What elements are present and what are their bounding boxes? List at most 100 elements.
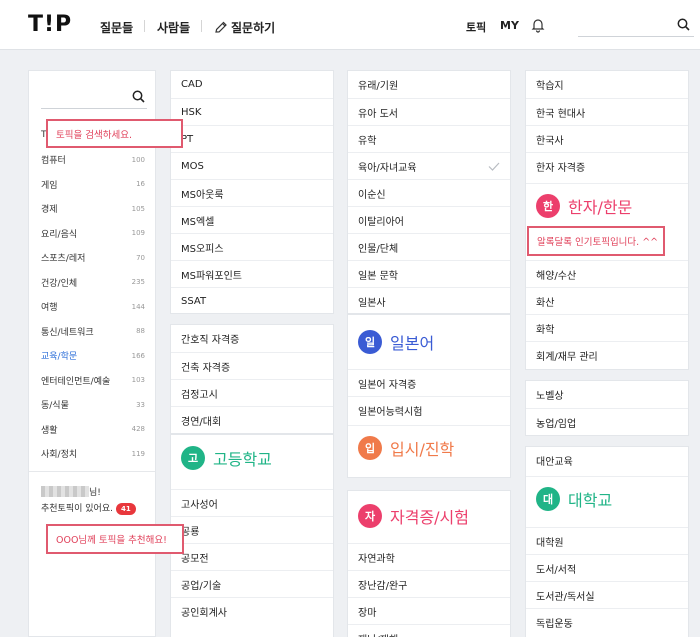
nav-ask-label: 질문하기 — [231, 21, 276, 35]
popular-topics-tooltip: 알록달록 인기토픽입니다. ^^ — [527, 226, 665, 256]
topic-item[interactable]: 화학 — [526, 314, 688, 341]
topic-heading-japanese[interactable]: 일 일본어 — [348, 319, 510, 364]
topic-item[interactable]: MS아웃룩 — [171, 179, 333, 206]
category-item[interactable]: 경제 105 — [41, 197, 145, 222]
topic-card: 학습지 한국 현대사 한국사 한자 자격증 한 한자/한문 해양/수산 화산 화… — [525, 70, 689, 370]
check-icon[interactable] — [488, 162, 500, 171]
topic-item-followed[interactable]: 육아/자녀교육 — [348, 152, 510, 179]
topic-card: 간호직 자격증 건축 자격증 검정고시 경연/대회 — [170, 324, 334, 434]
topic-item[interactable]: 공인회계사 — [171, 597, 333, 624]
category-item[interactable]: 엔터테인먼트/예술 103 — [41, 368, 145, 393]
topic-item[interactable]: 화산 — [526, 287, 688, 314]
category-item[interactable]: 사회/정치 119 — [41, 442, 145, 467]
user-suffix: 님! — [89, 488, 101, 498]
search-icon[interactable] — [677, 18, 690, 31]
category-count: 70 — [136, 253, 145, 262]
topic-item[interactable]: SSAT — [171, 287, 333, 314]
logo[interactable]: T!P — [28, 12, 72, 37]
topic-item[interactable]: PT — [171, 125, 333, 152]
category-item[interactable]: 생활 428 — [41, 417, 145, 442]
topic-heading-admission[interactable]: 입 입시/진학 — [348, 425, 510, 470]
topic-item[interactable]: 한자 자격증 — [526, 152, 688, 179]
topic-search[interactable] — [41, 85, 147, 109]
category-item[interactable]: 컴퓨터 100 — [41, 148, 145, 173]
category-item[interactable]: 여행 144 — [41, 295, 145, 320]
topic-item[interactable]: 학습지 — [526, 71, 688, 98]
topic-item[interactable]: MS파워포인트 — [171, 260, 333, 287]
topic-heading-highschool[interactable]: 고 고등학교 — [171, 435, 333, 480]
topic-item[interactable]: MS엑셀 — [171, 206, 333, 233]
topic-item[interactable]: 일본어능력시험 — [348, 396, 510, 423]
category-item-active[interactable]: 교육/학문 166 — [41, 344, 145, 369]
topic-letter-badge: 일 — [358, 329, 382, 354]
topic-item[interactable]: 인물/단체 — [348, 233, 510, 260]
topic-item[interactable]: 한국 현대사 — [526, 98, 688, 125]
nav-divider — [144, 20, 145, 32]
topic-item[interactable]: 일본어 자격증 — [348, 369, 510, 396]
recommend-count-badge[interactable]: 41 — [115, 503, 136, 515]
category-item[interactable]: 스포츠/레저 70 — [41, 246, 145, 271]
search-icon[interactable] — [132, 90, 145, 103]
topic-item[interactable]: MOS — [171, 152, 333, 179]
topic-item[interactable]: 고사성어 — [171, 489, 333, 516]
topic-item[interactable]: 농업/임업 — [526, 408, 688, 435]
topic-item[interactable]: 검정고시 — [171, 379, 333, 406]
topic-item[interactable]: 이순신 — [348, 179, 510, 206]
topic-item[interactable]: HSK — [171, 98, 333, 125]
bell-icon[interactable] — [530, 17, 546, 33]
nav-ask-button[interactable]: 질문하기 — [214, 19, 275, 36]
topic-heading-university[interactable]: 대 대학교 — [526, 476, 688, 521]
topic-heading-title: 고등학교 — [213, 449, 272, 469]
topic-item[interactable]: 유학 — [348, 125, 510, 152]
topic-heading-hanja[interactable]: 한 한자/한문 — [526, 183, 688, 228]
category-count: 428 — [131, 425, 145, 434]
topic-item[interactable]: 대학원 — [526, 527, 688, 554]
topic-item[interactable]: 해양/수산 — [526, 260, 688, 287]
nav-topics[interactable]: 토픽 — [466, 19, 486, 35]
topic-item[interactable]: 건축 자격증 — [171, 352, 333, 379]
topic-item[interactable]: 일본사 — [348, 287, 510, 314]
topic-item[interactable]: 공모전 — [171, 543, 333, 570]
category-count: 166 — [131, 351, 145, 360]
topic-item[interactable]: 유아 도서 — [348, 98, 510, 125]
topic-item[interactable]: 공업/기술 — [171, 570, 333, 597]
divider — [29, 471, 155, 472]
category-item[interactable]: 동/식물 33 — [41, 393, 145, 418]
topic-item[interactable]: 간호직 자격증 — [171, 325, 333, 352]
category-item[interactable]: 게임 16 — [41, 172, 145, 197]
nav-questions[interactable]: 질문들 — [100, 19, 133, 36]
topic-letter-badge: 고 — [181, 445, 205, 470]
category-count: 105 — [131, 204, 145, 213]
topic-item[interactable]: 일본 문학 — [348, 260, 510, 287]
nav-people[interactable]: 사람들 — [157, 19, 190, 36]
topic-item[interactable]: 유래/기원 — [348, 71, 510, 98]
topic-item[interactable]: 공룡 — [171, 516, 333, 543]
topic-item[interactable]: 장마 — [348, 597, 510, 624]
category-item[interactable]: 요리/음식 109 — [41, 221, 145, 246]
recommend-text: 추천토픽이 있어요. — [41, 504, 113, 514]
topic-letter-badge: 입 — [358, 436, 382, 460]
topic-item[interactable]: 장난감/완구 — [348, 570, 510, 597]
topic-item[interactable]: 자연과학 — [348, 543, 510, 570]
topic-heading-certificate[interactable]: 자 자격증/시험 — [348, 493, 510, 538]
nav-my[interactable]: MY — [500, 19, 519, 32]
topic-item[interactable]: MS오피스 — [171, 233, 333, 260]
topic-item[interactable]: 도서관/독서실 — [526, 581, 688, 608]
topic-item[interactable]: 회계/재무 관리 — [526, 341, 688, 368]
topic-heading-title: 자격증/시험 — [390, 507, 469, 527]
header-search-input[interactable] — [578, 13, 674, 36]
topic-item[interactable]: 대안교육 — [526, 447, 688, 474]
topic-item[interactable]: 도서/서적 — [526, 554, 688, 581]
category-item[interactable]: 건강/인체 235 — [41, 270, 145, 295]
topic-item[interactable]: CAD — [171, 71, 333, 98]
topic-item[interactable]: 재난/재해 — [348, 624, 510, 637]
category-item[interactable]: 통신/네트워크 88 — [41, 319, 145, 344]
category-count: 119 — [131, 449, 145, 458]
category-label: 통신/네트워크 — [41, 327, 94, 338]
topic-item[interactable]: 이탈리아어 — [348, 206, 510, 233]
topic-item[interactable]: 경연/대회 — [171, 406, 333, 433]
topic-card: 자 자격증/시험 자연과학 장난감/완구 장마 재난/재해 — [347, 490, 511, 637]
topic-item[interactable]: 노벨상 — [526, 381, 688, 408]
topic-item[interactable]: 독립운동 — [526, 608, 688, 635]
topic-item[interactable]: 한국사 — [526, 125, 688, 152]
